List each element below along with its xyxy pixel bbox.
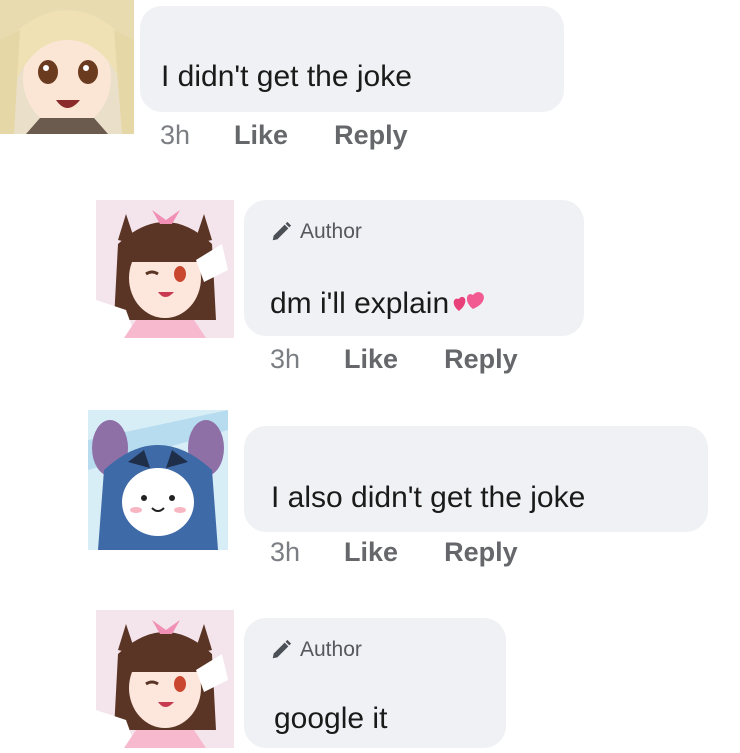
- comment-bubble: [244, 426, 708, 532]
- pencil-icon: [272, 221, 292, 241]
- avatar[interactable]: [0, 0, 134, 134]
- like-button[interactable]: Like: [344, 537, 398, 568]
- reply-button[interactable]: Reply: [444, 537, 518, 568]
- avatar[interactable]: [88, 410, 228, 550]
- author-badge: Author: [270, 638, 362, 662]
- catgirl-anime-avatar-icon: [96, 610, 234, 748]
- author-label: Author: [300, 220, 362, 243]
- blonde-anime-girl-avatar-icon: [0, 0, 134, 134]
- avatar[interactable]: [96, 200, 234, 338]
- reply-button[interactable]: Reply: [444, 344, 518, 375]
- timestamp: 3h: [270, 537, 301, 567]
- like-button[interactable]: Like: [344, 344, 398, 375]
- author-label: Author: [300, 638, 362, 661]
- reply-button[interactable]: Reply: [334, 120, 408, 151]
- comment-actions: 3h Like Reply: [160, 120, 408, 151]
- timestamp: 3h: [160, 120, 191, 150]
- timestamp: 3h: [270, 344, 301, 374]
- comment-text-content: dm i'll explain: [270, 287, 450, 320]
- comment-text: I didn't get the joke: [161, 60, 412, 93]
- comment-text: google it: [274, 702, 388, 735]
- comment-bubble: [140, 6, 564, 112]
- avatar[interactable]: [96, 610, 234, 748]
- author-badge: Author: [270, 220, 362, 244]
- comment-actions: 3h Like Reply: [270, 344, 518, 375]
- stitch-costume-character-avatar-icon: [88, 410, 228, 550]
- catgirl-anime-avatar-icon: [96, 200, 234, 338]
- comment-text: dm i'll explain: [270, 287, 487, 321]
- two-hearts-icon: [453, 292, 485, 312]
- pencil-icon: [272, 639, 292, 659]
- like-button[interactable]: Like: [234, 120, 288, 151]
- comment-actions: 3h Like Reply: [270, 537, 518, 568]
- comment-text: I also didn't get the joke: [271, 481, 586, 514]
